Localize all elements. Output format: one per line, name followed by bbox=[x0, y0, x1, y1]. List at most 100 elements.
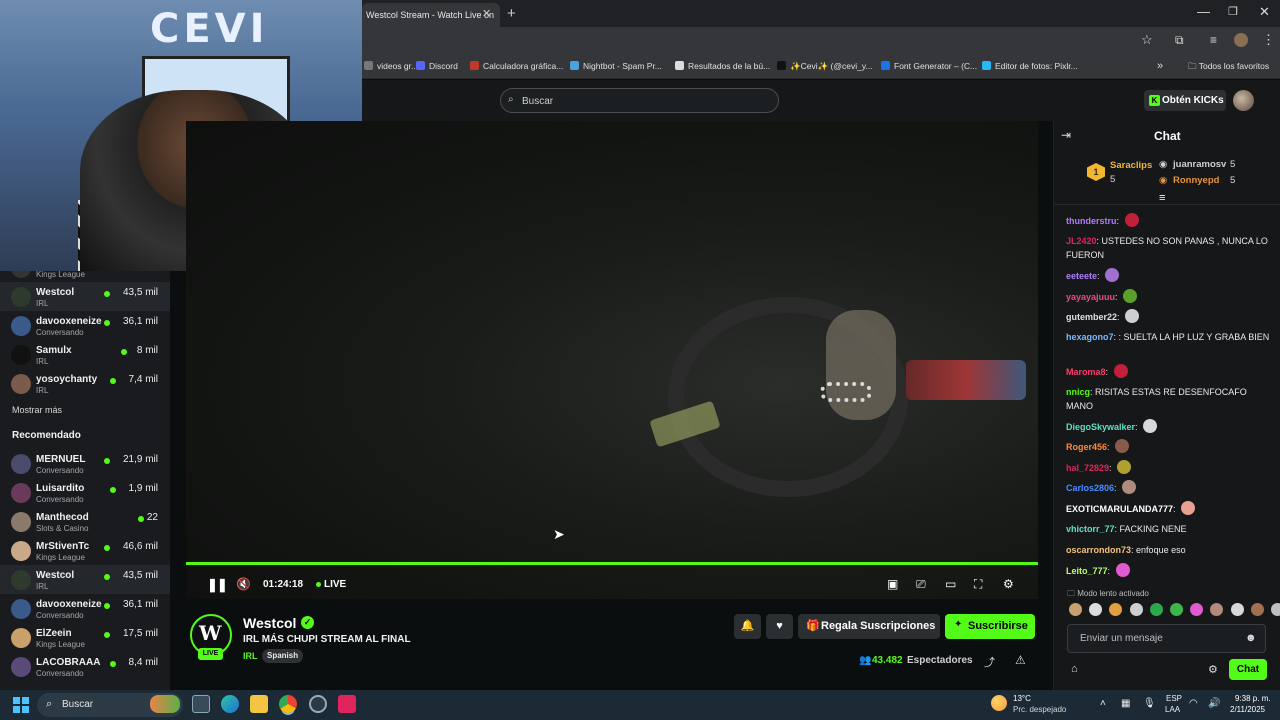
quick-emote-icon[interactable] bbox=[1271, 603, 1280, 616]
collapse-chat-icon[interactable]: ⇥ bbox=[1061, 128, 1071, 142]
quick-emote-icon[interactable] bbox=[1149, 603, 1163, 616]
keyboard-language[interactable]: ESP bbox=[1166, 694, 1182, 703]
edge-browser-icon[interactable] bbox=[221, 695, 239, 713]
muted-volume-icon[interactable]: 🔇 bbox=[236, 577, 251, 591]
tab-close-icon[interactable]: ✕ bbox=[482, 7, 491, 20]
language-tag[interactable]: Spanish bbox=[262, 649, 304, 663]
chat-username[interactable]: eeteete bbox=[1066, 271, 1097, 281]
sidebar-channel-item[interactable]: MERNUEL Conversando 21,9 mil bbox=[0, 449, 170, 478]
task-view-icon[interactable] bbox=[192, 695, 210, 713]
browser-profile-icon[interactable] bbox=[1234, 33, 1248, 47]
tray-app-icon[interactable]: ▦ bbox=[1121, 698, 1130, 709]
chat-username[interactable]: Roger456 bbox=[1066, 442, 1107, 452]
clip-icon[interactable]: ⎚ bbox=[916, 577, 926, 592]
category-link[interactable]: IRL bbox=[243, 651, 258, 661]
minimize-icon[interactable]: — bbox=[1197, 4, 1210, 19]
capcut-icon[interactable] bbox=[338, 695, 356, 713]
restore-icon[interactable]: ❐ bbox=[1228, 5, 1238, 18]
chat-username[interactable]: hexagono7 bbox=[1066, 332, 1114, 342]
notification-bell-button[interactable]: 🔔 bbox=[734, 614, 761, 639]
sidebar-channel-item[interactable]: Westcol IRL 43,5 mil bbox=[0, 282, 170, 311]
sidebar-channel-item[interactable]: ElZeein Kings League 17,5 mil bbox=[0, 623, 170, 652]
live-badge[interactable]: LIVE bbox=[324, 579, 346, 590]
quick-emote-icon[interactable] bbox=[1170, 603, 1183, 616]
all-favorites-folder[interactable]: 🗀 Todos los favoritos bbox=[1188, 61, 1269, 75]
store-icon[interactable]: ⌂ bbox=[1071, 663, 1078, 675]
report-warning-icon[interactable]: ⚠ bbox=[1015, 653, 1026, 667]
picture-in-picture-icon[interactable]: ▣ bbox=[887, 577, 898, 591]
extensions-icon[interactable]: ⧉ bbox=[1175, 33, 1184, 48]
bookmark-item[interactable]: Editor de fotos: Pixlr... bbox=[982, 61, 1078, 71]
windows-start-icon[interactable] bbox=[13, 697, 29, 713]
chat-username[interactable]: oscarrondon73 bbox=[1066, 545, 1131, 555]
top-gifter-name[interactable]: Ronnyepd bbox=[1173, 175, 1219, 186]
sidebar-channel-item[interactable]: Samulx IRL 8 mil bbox=[0, 340, 170, 369]
streamer-name[interactable]: Westcol bbox=[243, 615, 296, 631]
chat-settings-icon[interactable]: ⚙ bbox=[1208, 663, 1218, 676]
sidebar-channel-item[interactable]: Manthecod Slots & Casino 22 bbox=[0, 507, 170, 536]
bookmarks-more-icon[interactable]: » bbox=[1157, 60, 1163, 72]
browser-tab[interactable]: Westcol Stream - Watch Live on bbox=[362, 3, 500, 27]
chat-username[interactable]: thunderstru bbox=[1066, 216, 1117, 226]
settings-gear-icon[interactable]: ⚙ bbox=[1003, 577, 1014, 591]
window-close-icon[interactable]: ✕ bbox=[1259, 4, 1270, 20]
chat-username[interactable]: Maroma8 bbox=[1066, 367, 1106, 377]
quick-emote-icon[interactable] bbox=[1230, 603, 1244, 616]
chat-username[interactable]: vhictorr_77 bbox=[1066, 524, 1115, 534]
follow-heart-button[interactable]: ♥ bbox=[766, 614, 793, 639]
chat-username[interactable]: EXOTICMARULANDA777 bbox=[1066, 504, 1173, 514]
sidebar-channel-item[interactable]: MrStivenTc Kings League 46,6 mil bbox=[0, 536, 170, 565]
chat-username[interactable]: nnicg bbox=[1066, 387, 1090, 397]
bookmark-item[interactable]: Font Generator – (C... bbox=[881, 61, 977, 71]
bookmark-item[interactable]: Resultados de la bú... bbox=[675, 61, 770, 71]
chat-send-button[interactable]: Chat bbox=[1229, 659, 1267, 680]
media-control-icon[interactable]: ≡ bbox=[1210, 33, 1217, 47]
top-gifter-name[interactable]: juanramosv bbox=[1173, 159, 1226, 170]
weather-icon[interactable] bbox=[991, 695, 1007, 711]
bookmark-item[interactable]: videos gr... bbox=[364, 61, 418, 71]
bookmark-item[interactable]: ✨Cevi✨ (@cevi_y... bbox=[777, 61, 873, 72]
sidebar-channel-item[interactable]: Luisardito Conversando 1,9 mil bbox=[0, 478, 170, 507]
chat-username[interactable]: Leito_777 bbox=[1066, 566, 1108, 576]
share-icon[interactable]: ⤴ bbox=[984, 654, 995, 670]
search-input[interactable] bbox=[522, 95, 762, 108]
pause-icon[interactable]: ❚❚ bbox=[207, 577, 228, 593]
bookmark-favicon-icon bbox=[881, 61, 890, 70]
chat-username[interactable]: DiegoSkywalker bbox=[1066, 422, 1135, 432]
wifi-icon[interactable]: ◠ bbox=[1189, 698, 1198, 709]
tray-overflow-icon[interactable]: ˄ bbox=[1100, 698, 1106, 709]
show-more-link[interactable]: Mostrar más bbox=[12, 405, 62, 415]
chat-username[interactable]: gutember22 bbox=[1066, 312, 1117, 322]
bookmark-star-icon[interactable]: ☆ bbox=[1141, 32, 1153, 48]
bookmark-item[interactable]: Calculadora gráfica... bbox=[470, 61, 563, 71]
sidebar-channel-item[interactable]: davooxeneize Conversando 36,1 mil bbox=[0, 594, 170, 623]
sidebar-channel-item[interactable]: Westcol IRL 43,5 mil bbox=[0, 565, 170, 594]
user-avatar[interactable] bbox=[1233, 90, 1254, 111]
quick-emote-icon[interactable] bbox=[1129, 603, 1143, 616]
chat-username[interactable]: JL2420 bbox=[1066, 236, 1097, 246]
top-gifter-name[interactable]: Saraclips bbox=[1110, 160, 1152, 171]
sidebar-channel-item[interactable]: davooxeneize Conversando 36,1 mil bbox=[0, 311, 170, 340]
browser-menu-icon[interactable]: ⋮ bbox=[1262, 32, 1275, 48]
chat-username[interactable]: hal_72829 bbox=[1066, 463, 1109, 473]
quick-emote-icon[interactable] bbox=[1250, 603, 1264, 616]
speaker-icon[interactable]: 🔊 bbox=[1208, 698, 1220, 709]
sidebar-channel-item[interactable]: LACOBRAAA Conversando 8,4 mil bbox=[0, 652, 170, 681]
expand-gifters-icon[interactable]: ≡ bbox=[1159, 192, 1165, 204]
clock-time[interactable]: 9:38 p. m. bbox=[1235, 694, 1271, 703]
chrome-browser-icon[interactable] bbox=[279, 695, 297, 713]
chat-message-input[interactable] bbox=[1067, 624, 1266, 653]
quick-emote-icon[interactable] bbox=[1069, 603, 1082, 616]
chat-username[interactable]: Carlos2806 bbox=[1066, 483, 1114, 493]
bookmark-item[interactable]: Nightbot - Spam Pr... bbox=[570, 61, 662, 71]
emoji-picker-icon[interactable]: ☻ bbox=[1245, 632, 1257, 644]
bookmark-item[interactable]: Discord bbox=[416, 61, 458, 71]
file-explorer-icon[interactable] bbox=[250, 695, 268, 713]
new-tab-icon[interactable]: + bbox=[507, 5, 516, 22]
microphone-icon[interactable]: 🎙 bbox=[1143, 698, 1156, 709]
sidebar-channel-item[interactable]: yosoychanty IRL 7,4 mil bbox=[0, 369, 170, 398]
chat-username[interactable]: yayayajuuu bbox=[1066, 292, 1115, 302]
obs-icon[interactable] bbox=[309, 695, 327, 713]
fullscreen-icon[interactable]: ⛶ bbox=[974, 577, 982, 592]
theater-mode-icon[interactable]: ▭ bbox=[945, 577, 956, 591]
